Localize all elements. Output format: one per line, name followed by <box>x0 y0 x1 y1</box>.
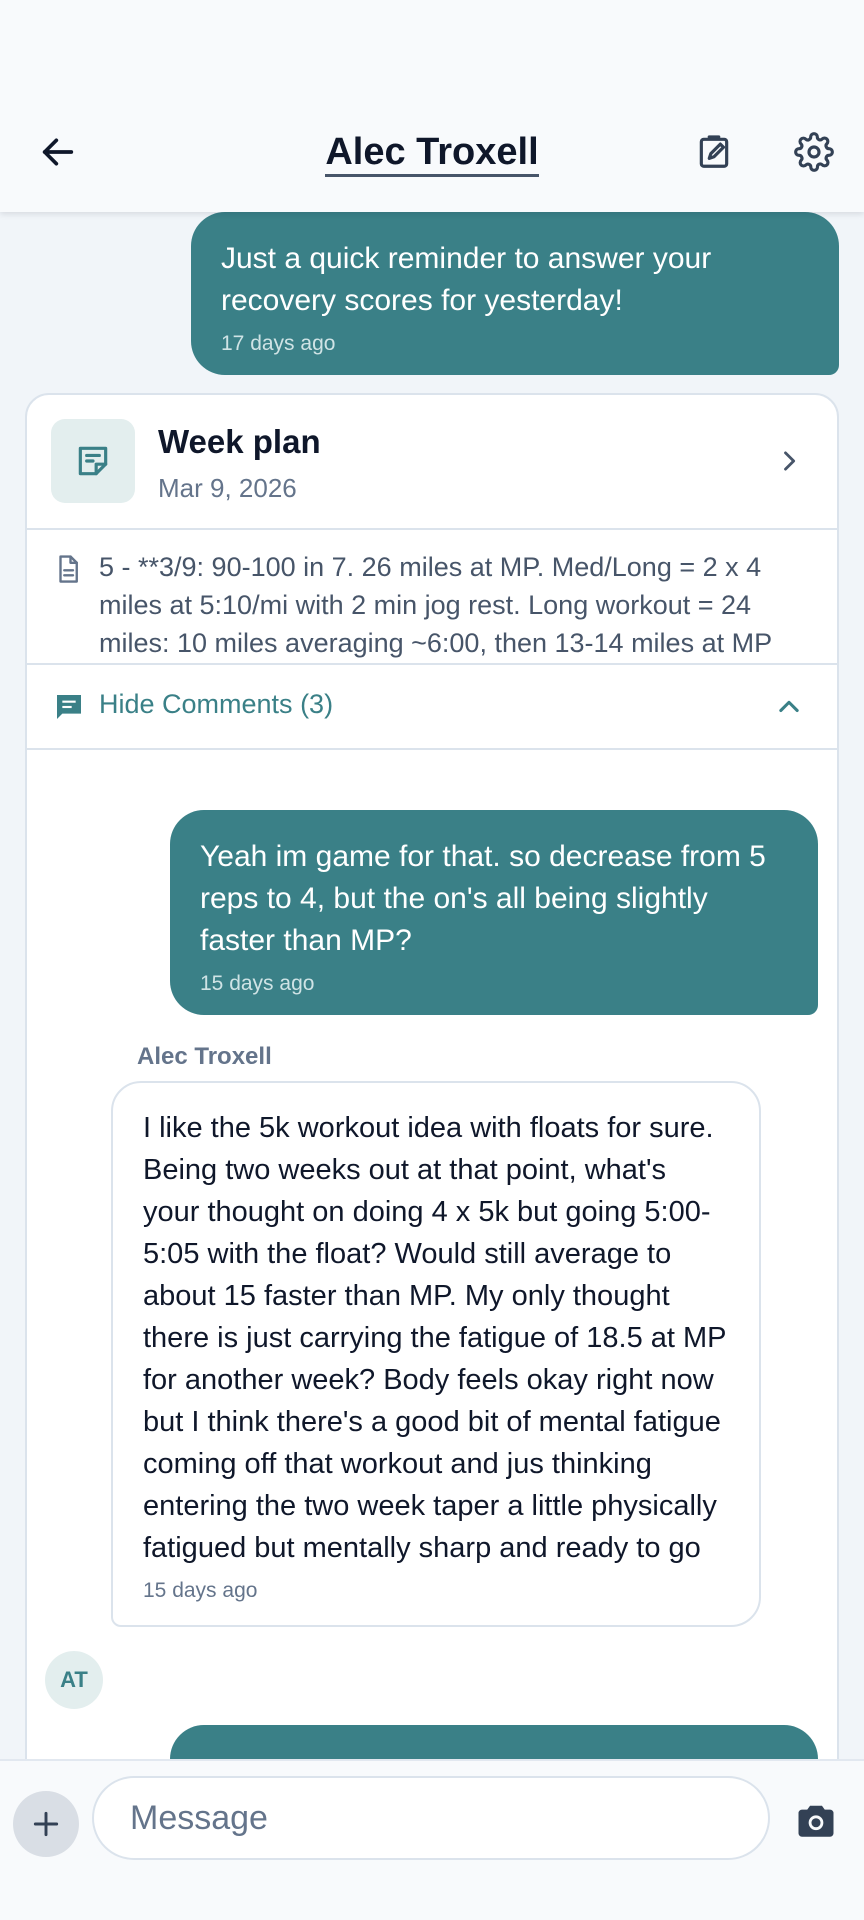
edit-plan-button[interactable] <box>690 128 738 176</box>
chevron-up-icon <box>771 689 807 725</box>
week-plan-header[interactable]: Week plan Mar 9, 2026 <box>27 395 837 530</box>
plan-date: Mar 9, 2026 <box>158 473 297 503</box>
edit-note-icon <box>699 135 729 168</box>
plan-icon-tile <box>51 419 135 503</box>
toggle-comments-button[interactable]: Hide Comments (3) <box>27 665 837 750</box>
chevron-right-icon <box>771 443 807 479</box>
outgoing-comment-partial[interactable] <box>170 1725 818 1759</box>
chat-screen: Alec Troxell Just a quick reminder to an… <box>0 0 864 1920</box>
message-list[interactable]: Just a quick reminder to answer your rec… <box>0 212 864 1759</box>
plan-notes[interactable]: 5 - **3/9: 90-100 in 7. 26 miles at MP. … <box>27 530 837 665</box>
camera-icon <box>798 1805 834 1837</box>
comment-text: Yeah im game for that. so decrease from … <box>200 840 766 957</box>
contact-name[interactable]: Alec Troxell <box>325 131 539 177</box>
comment-timestamp: 15 days ago <box>200 972 315 995</box>
incoming-comment[interactable]: I like the 5k workout idea with floats f… <box>111 1081 761 1627</box>
plus-icon <box>33 1811 59 1837</box>
settings-button[interactable] <box>790 128 838 176</box>
message-text: Just a quick reminder to answer your rec… <box>221 242 712 317</box>
message-composer <box>0 1759 864 1920</box>
plan-notes-text: 5 - **3/9: 90-100 in 7. 26 miles at MP. … <box>99 552 773 658</box>
attach-button[interactable] <box>13 1791 79 1857</box>
message-timestamp: 17 days ago <box>221 332 336 355</box>
outgoing-message-reminder[interactable]: Just a quick reminder to answer your rec… <box>191 212 839 375</box>
document-icon <box>59 555 78 583</box>
outgoing-comment[interactable]: Yeah im game for that. so decrease from … <box>170 810 818 1015</box>
week-plan-card: Week plan Mar 9, 2026 5 - **3/9: 90-100 … <box>25 393 839 1759</box>
avatar[interactable]: AT <box>45 1651 103 1709</box>
comment-text: I like the 5k workout idea with floats f… <box>143 1112 727 1564</box>
comment-icon <box>57 695 81 719</box>
header: Alec Troxell <box>0 0 864 212</box>
message-input[interactable] <box>92 1776 770 1860</box>
plan-title: Week plan <box>158 423 321 460</box>
comments-toggle-label: Hide Comments (3) <box>99 689 334 719</box>
comment-timestamp: 15 days ago <box>143 1579 258 1602</box>
comment-sender-name: Alec Troxell <box>137 1043 272 1070</box>
note-icon <box>78 446 108 476</box>
camera-button[interactable] <box>792 1797 840 1845</box>
gear-icon <box>794 132 834 172</box>
